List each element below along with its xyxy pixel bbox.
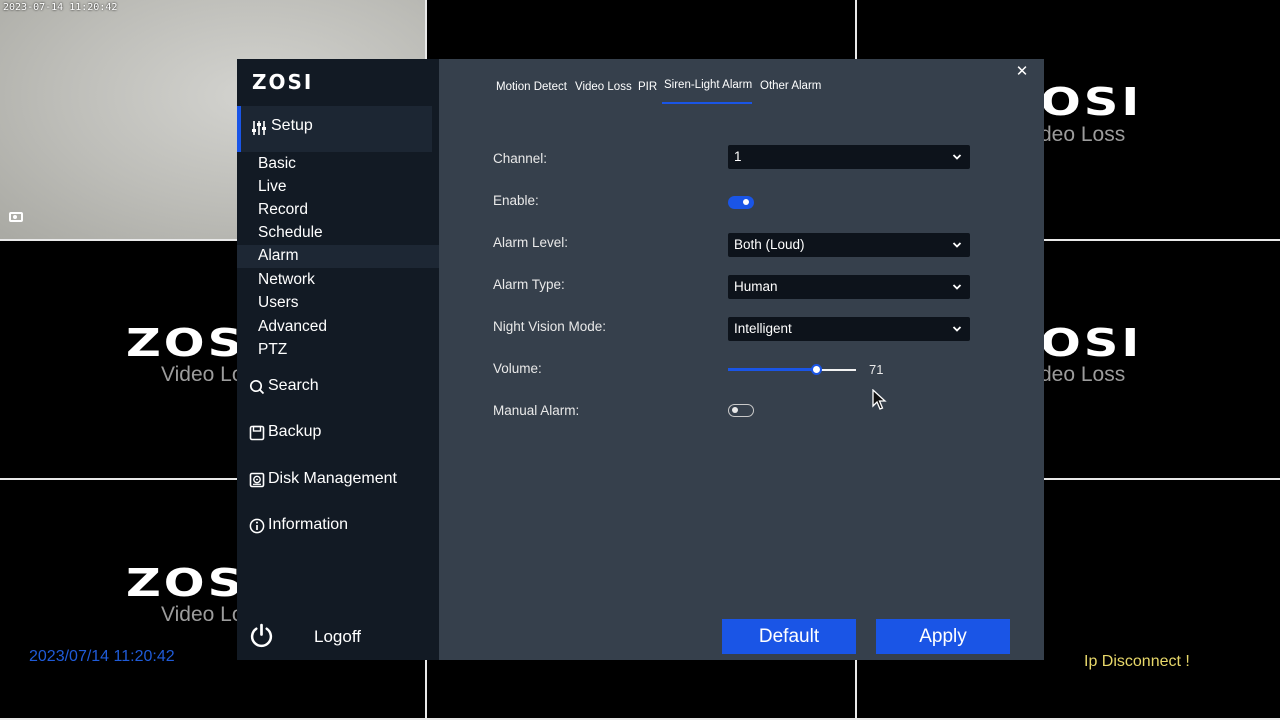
channel-label: Channel: xyxy=(493,151,548,166)
ip-status-text: Ip Disconnect ! xyxy=(1084,653,1190,670)
sidebar-item-label: Search xyxy=(268,377,319,394)
sidebar-item-users[interactable]: Users xyxy=(237,292,439,315)
sidebar-item-label: Live xyxy=(258,178,287,195)
enable-toggle[interactable] xyxy=(728,196,754,209)
channel-value: 1 xyxy=(734,149,742,164)
sidebar-item-alarm[interactable]: Alarm xyxy=(237,245,439,268)
sidebar-item-label: PTZ xyxy=(258,341,288,358)
sidebar-item-record[interactable]: Record xyxy=(237,199,439,222)
sidebar-item-label: Information xyxy=(268,516,349,533)
sliders-icon xyxy=(252,121,266,135)
save-icon xyxy=(249,425,265,441)
overlay-datetime: 2023/07/14 11:20:42 xyxy=(29,648,175,665)
tab-motion-detect[interactable]: Motion Detect xyxy=(496,81,567,93)
chevron-down-icon xyxy=(952,154,962,160)
slider-thumb[interactable] xyxy=(811,364,822,375)
setup-dialog: ZOSI Setup Basic Live Record Schedule Al… xyxy=(237,59,1044,660)
enable-label: Enable: xyxy=(493,193,539,208)
slider-fill xyxy=(728,368,816,371)
camera-logo: OSI xyxy=(1040,321,1143,366)
sidebar: ZOSI Setup Basic Live Record Schedule Al… xyxy=(237,59,439,660)
manual-alarm-label: Manual Alarm: xyxy=(493,403,580,418)
sidebar-item-label: Backup xyxy=(268,423,322,440)
sidebar-item-search[interactable]: Search xyxy=(237,373,439,401)
sidebar-item-basic[interactable]: Basic xyxy=(237,153,439,176)
sidebar-item-backup[interactable]: Backup xyxy=(237,419,439,447)
mouse-cursor-icon xyxy=(872,389,887,410)
sidebar-item-disk-management[interactable]: Disk Management xyxy=(237,466,439,494)
tab-other-alarm[interactable]: Other Alarm xyxy=(760,80,821,92)
search-icon xyxy=(249,379,265,395)
alarm-type-value: Human xyxy=(734,279,778,294)
sidebar-item-schedule[interactable]: Schedule xyxy=(237,222,439,245)
sidebar-item-label: Disk Management xyxy=(268,470,397,487)
night-vision-label: Night Vision Mode: xyxy=(493,319,607,334)
tab-siren-light-alarm[interactable]: Siren-Light Alarm xyxy=(664,79,752,91)
logoff-label: Logoff xyxy=(314,627,361,646)
sidebar-item-label: Record xyxy=(258,201,308,218)
power-icon xyxy=(250,623,273,648)
camera-record-icon xyxy=(9,212,23,222)
chevron-down-icon xyxy=(952,326,962,332)
sidebar-item-label: Schedule xyxy=(258,224,323,241)
sidebar-item-ptz[interactable]: PTZ xyxy=(237,339,439,362)
sidebar-item-live[interactable]: Live xyxy=(237,176,439,199)
volume-label: Volume: xyxy=(493,361,542,376)
nvr-screen: 2023-07-14 11:20:42 OSI deo Loss OSI deo… xyxy=(0,0,1280,720)
disk-icon xyxy=(249,472,265,488)
sidebar-item-information[interactable]: Information xyxy=(237,512,439,540)
chevron-down-icon xyxy=(952,242,962,248)
alarm-type-label: Alarm Type: xyxy=(493,277,565,292)
brand-logo: ZOSI xyxy=(252,70,314,94)
camera-logo: ZOS xyxy=(126,561,246,606)
sidebar-item-setup[interactable]: Setup xyxy=(237,106,432,152)
sidebar-item-label: Basic xyxy=(258,155,296,172)
tab-pir[interactable]: PIR xyxy=(638,81,657,93)
video-loss-text: deo Loss xyxy=(1040,123,1126,146)
alarm-type-select[interactable]: Human xyxy=(728,275,970,299)
logoff-button[interactable]: Logoff xyxy=(237,621,439,655)
camera-logo: ZOS xyxy=(126,321,246,366)
volume-slider[interactable] xyxy=(728,364,856,375)
sidebar-item-label: Advanced xyxy=(258,318,327,335)
toggle-knob xyxy=(743,199,749,205)
active-tab-indicator xyxy=(662,102,752,104)
channel-select[interactable]: 1 xyxy=(728,145,970,169)
video-loss-text: deo Loss xyxy=(1040,363,1126,386)
manual-alarm-toggle[interactable] xyxy=(728,404,754,417)
sidebar-item-label: Network xyxy=(258,271,315,288)
sidebar-item-network[interactable]: Network xyxy=(237,269,439,292)
close-icon[interactable]: ✕ xyxy=(1015,64,1029,79)
sidebar-item-advanced[interactable]: Advanced xyxy=(237,316,439,339)
volume-value: 71 xyxy=(869,362,884,377)
camera-logo: OSI xyxy=(1040,80,1143,125)
alarm-level-select[interactable]: Both (Loud) xyxy=(728,233,970,257)
info-icon xyxy=(249,518,265,534)
toggle-knob xyxy=(732,407,738,413)
alarm-level-label: Alarm Level: xyxy=(493,235,569,250)
default-button[interactable]: Default xyxy=(722,619,856,654)
night-vision-value: Intelligent xyxy=(734,321,792,336)
chevron-down-icon xyxy=(952,284,962,290)
tab-video-loss[interactable]: Video Loss xyxy=(575,81,632,93)
apply-button[interactable]: Apply xyxy=(876,619,1010,654)
sidebar-item-label: Users xyxy=(258,294,299,311)
sidebar-item-label: Setup xyxy=(271,117,313,134)
video-loss-text: Video Lo xyxy=(161,363,244,386)
video-loss-text: Video Lo xyxy=(161,603,244,626)
night-vision-select[interactable]: Intelligent xyxy=(728,317,970,341)
sidebar-item-label: Alarm xyxy=(258,247,299,264)
alarm-level-value: Both (Loud) xyxy=(734,237,805,252)
camera-timestamp: 2023-07-14 11:20:42 xyxy=(3,2,118,13)
